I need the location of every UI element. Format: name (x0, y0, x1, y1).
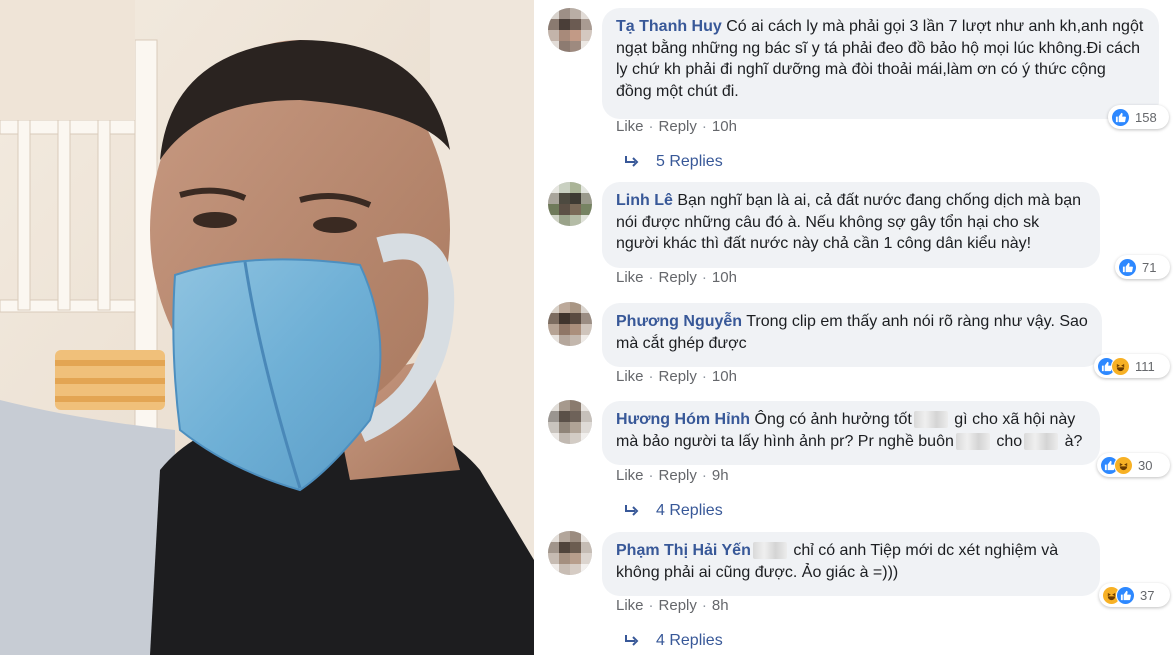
comment-timestamp[interactable]: 10h (712, 118, 737, 135)
like-button[interactable]: Like (616, 467, 644, 484)
haha-icon (1114, 455, 1133, 475)
view-replies-link[interactable]: 5 Replies (624, 153, 723, 171)
view-replies-link[interactable]: 4 Replies (624, 502, 723, 520)
commenter-name[interactable]: Linh Lê (616, 192, 673, 209)
like-button[interactable]: Like (616, 368, 644, 385)
reply-arrow-icon (625, 635, 639, 646)
like-icon (1111, 107, 1130, 127)
reply-button[interactable]: Reply (659, 467, 697, 484)
reaction-count: 111 (1135, 358, 1155, 374)
commenter-name[interactable]: Tạ Thanh Huy (616, 18, 722, 35)
reply-button[interactable]: Reply (659, 368, 697, 385)
reaction-summary[interactable]: 158 (1108, 105, 1169, 129)
avatar[interactable] (548, 302, 592, 346)
reaction-count: 37 (1140, 587, 1155, 603)
avatar[interactable] (548, 182, 592, 226)
avatar[interactable] (548, 8, 592, 52)
comment-text-part: Ông có ảnh hưởng tốt (754, 411, 912, 428)
like-button[interactable]: Like (616, 269, 644, 286)
commenter-name[interactable]: Hương Hóm Hỉnh (616, 411, 750, 428)
selfie-image (0, 0, 534, 655)
comment-timestamp[interactable]: 10h (712, 368, 737, 385)
comment-timestamp[interactable]: 9h (712, 467, 729, 484)
replies-label: 4 Replies (656, 632, 723, 649)
blurred-word (1024, 432, 1059, 450)
view-replies-link[interactable]: 4 Replies (624, 632, 723, 650)
commenter-name[interactable]: Phương Nguyễn (616, 313, 742, 330)
comments-section: Tạ Thanh Huy Có ai cách ly mà phải gọi 3… (534, 0, 1173, 655)
blurred-word (752, 542, 787, 560)
avatar[interactable] (548, 400, 592, 444)
reaction-summary[interactable]: 30 (1097, 453, 1170, 477)
comment-bubble: Tạ Thanh Huy Có ai cách ly mà phải gọi 3… (602, 8, 1159, 119)
reaction-count: 71 (1142, 259, 1157, 275)
reaction-summary[interactable]: 71 (1115, 255, 1170, 279)
reply-button[interactable]: Reply (659, 118, 697, 135)
like-button[interactable]: Like (616, 118, 644, 135)
post-photo (0, 0, 534, 655)
reaction-summary[interactable]: 111 (1094, 354, 1170, 378)
avatar[interactable] (548, 531, 592, 575)
replies-label: 5 Replies (656, 153, 723, 170)
comment-actions: Like · Reply · 10h (616, 269, 737, 286)
comment-text-part: cho (996, 432, 1023, 450)
comment-text-part: à? (1064, 432, 1083, 450)
comment-actions: Like · Reply · 10h (616, 118, 737, 135)
comment-actions: Like · Reply · 9h (616, 467, 729, 484)
reaction-count: 30 (1138, 457, 1153, 473)
blurred-word (913, 411, 948, 429)
reply-arrow-icon (625, 156, 639, 167)
like-icon (1118, 257, 1137, 277)
blurred-word (955, 432, 990, 450)
reply-button[interactable]: Reply (659, 597, 697, 614)
comment-actions: Like · Reply · 10h (616, 368, 737, 385)
comment-text: Bạn nghĩ bạn là ai, cả đất nước đang chố… (616, 192, 1082, 252)
reaction-summary[interactable]: 37 (1099, 583, 1170, 607)
reply-button[interactable]: Reply (659, 269, 697, 286)
comment-bubble: Hương Hóm Hỉnh Ông có ảnh hưởng tốt gì c… (602, 401, 1100, 465)
reply-arrow-icon (625, 505, 639, 516)
haha-icon (1111, 356, 1130, 376)
comment-actions: Like · Reply · 8h (616, 597, 729, 614)
comment-bubble: Linh Lê Bạn nghĩ bạn là ai, cả đất nước … (602, 182, 1100, 268)
comment-bubble: Phạm Thị Hải Yến chỉ có anh Tiệp mới dc … (602, 532, 1100, 596)
comment-timestamp[interactable]: 10h (712, 269, 737, 286)
reaction-count: 158 (1135, 109, 1157, 125)
comment-bubble: Phương Nguyễn Trong clip em thấy anh nói… (602, 303, 1102, 367)
comment-timestamp[interactable]: 8h (712, 597, 729, 614)
like-button[interactable]: Like (616, 597, 644, 614)
like-icon (1116, 585, 1135, 605)
replies-label: 4 Replies (656, 502, 723, 519)
commenter-name[interactable]: Phạm Thị Hải Yến (616, 542, 751, 559)
